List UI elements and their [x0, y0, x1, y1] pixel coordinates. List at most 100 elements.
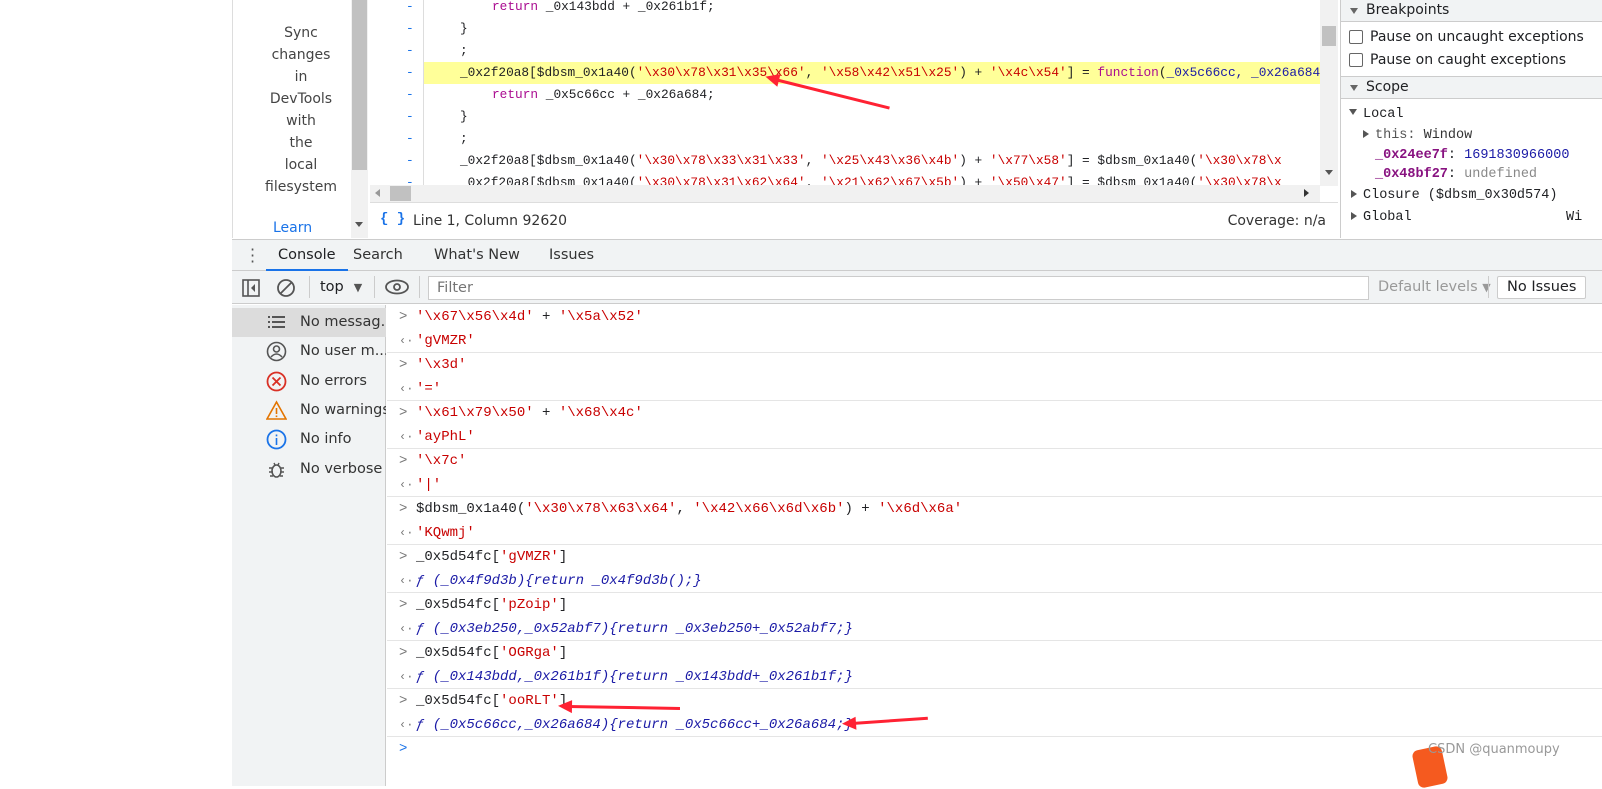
breakpoints-header[interactable]: Breakpoints — [1341, 0, 1602, 22]
code-token: '\x25\x43\x36\x4b' — [820, 153, 960, 168]
debugger-sidebar: Breakpoints Pause on uncaught exceptions… — [1340, 0, 1602, 238]
scope-this[interactable]: this: Window — [1363, 128, 1472, 143]
code-text: _0x2f20a8[$dbsm_0x1a40('\x30\x78\x33\x31… — [460, 150, 1282, 172]
result-arrow-icon: ‹· — [399, 670, 414, 684]
result-arrow-icon: ‹· — [399, 622, 414, 636]
prop-key: this — [1375, 128, 1408, 143]
console-filter-user[interactable]: No user m... — [232, 337, 386, 366]
tab-whats-new[interactable]: What's New — [434, 240, 520, 271]
watermark: CSDN @quanmoupy — [1428, 742, 1560, 757]
console-input: > '\x61\x79\x50' + '\x68\x4c' — [387, 401, 1602, 425]
files-scrollbar[interactable] — [351, 0, 368, 238]
code-token: 'gVMZR' — [416, 333, 475, 349]
console-input: > '\x7c' — [387, 449, 1602, 473]
filter-input[interactable] — [428, 276, 1369, 300]
scope-local[interactable]: Local — [1349, 107, 1404, 122]
sync-message-line: in — [294, 69, 308, 85]
levels-label: Default levels — [1378, 279, 1478, 295]
diff-marker: - — [406, 65, 414, 80]
tab-search[interactable]: Search — [353, 240, 403, 271]
scope-header[interactable]: Scope — [1341, 76, 1602, 99]
console-filter-bug[interactable]: No verbose — [232, 455, 386, 484]
sync-message-line: Sync — [284, 25, 318, 41]
pretty-print-icon[interactable]: { } — [380, 211, 405, 227]
console-output: ‹· ƒ (_0x5c66cc,_0x26a684){return _0x5c66… — [387, 713, 1602, 737]
clear-console-icon[interactable] — [276, 278, 296, 298]
code-token: 'KQwmj' — [416, 525, 475, 541]
scroll-left-icon[interactable] — [375, 189, 380, 197]
code-token: return — [492, 87, 546, 102]
result-arrow-icon: ‹· — [399, 334, 414, 348]
code-token: '\x42\x66\x6d\x6b' — [693, 501, 845, 517]
code-token: , — [805, 153, 821, 168]
code-token: '\x30\x78\x31\x35\x66' — [636, 65, 806, 80]
console-filter-error[interactable]: No errors — [232, 367, 386, 396]
prompt-icon: > — [399, 693, 408, 709]
code-editor[interactable]: - return _0x143bdd + _0x261b1f; -} -; - _0x2f… — [370, 0, 1338, 202]
sync-message-line: DevTools — [269, 91, 333, 107]
pause-caught-checkbox[interactable]: Pause on caught exceptions — [1349, 52, 1566, 68]
editor-vertical-scrollbar[interactable] — [1320, 0, 1338, 186]
scroll-down-icon[interactable] — [1325, 170, 1333, 175]
console-output: ‹· ƒ (_0x143bdd,_0x261b1f){return _0x143b… — [387, 665, 1602, 689]
sidebar-toggle-icon[interactable] — [242, 279, 260, 297]
code-token: '\x5a\x52' — [558, 309, 643, 325]
console-input: > _0x5d54fc['OGRga'] — [387, 641, 1602, 665]
console-filter-warning[interactable]: No warnings — [232, 396, 386, 425]
pause-uncaught-checkbox[interactable]: Pause on uncaught exceptions — [1349, 29, 1584, 45]
code-token: _0x5c66cc + _0x26a684; — [545, 87, 715, 102]
editor-horizontal-scrollbar[interactable] — [370, 185, 1320, 202]
console-text: $dbsm_0x1a40('\x30\x78\x63\x64', '\x42\x… — [416, 497, 962, 521]
code-text: } — [460, 18, 468, 40]
prop-value: Wi — [1566, 210, 1583, 225]
code-line: - _0x2f20a8[$dbsm_0x1a40('\x30\x78\x31\x3… — [406, 62, 1338, 84]
log-levels-dropdown[interactable]: Default levels ▼ — [1378, 279, 1491, 295]
console-filter-info[interactable]: No info — [232, 425, 386, 454]
code-text: _0x2f20a8[$dbsm_0x1a40('\x30\x78\x31\x35… — [460, 62, 1320, 84]
console-text: 'KQwmj' — [416, 521, 475, 545]
live-expression-eye-icon[interactable] — [384, 279, 410, 295]
console-output: ‹·'ayPhL' — [387, 425, 1602, 449]
checkbox-icon[interactable] — [1349, 53, 1363, 67]
scope-global[interactable]: Global Wi — [1351, 210, 1602, 225]
console-output[interactable]: > '\x67\x56\x4d' + '\x5a\x52' ‹·'gVMZR' > '\… — [387, 305, 1602, 786]
result-arrow-icon: ‹· — [399, 526, 414, 540]
code-token: ( — [1158, 65, 1167, 80]
prop-value: 1691830966000 — [1464, 148, 1570, 163]
code-token: '\x30\x78\x33\x31\x33' — [636, 153, 806, 168]
prompt-icon: > — [399, 645, 408, 661]
error-icon — [266, 371, 287, 392]
console-text: '\x61\x79\x50' + '\x68\x4c' — [416, 401, 643, 425]
scroll-down-icon[interactable] — [355, 222, 363, 227]
filter-label: No warnings — [300, 401, 386, 418]
console-filter-list[interactable]: No messag... — [232, 308, 386, 337]
code-token: ] — [558, 597, 568, 613]
scope-label: Global — [1363, 210, 1412, 225]
code-token: 'pZoip' — [500, 597, 559, 613]
code-token: function — [1097, 65, 1159, 80]
code-token: ; — [460, 43, 468, 58]
scope-var: _0x48bf27: undefined — [1375, 167, 1538, 182]
warning-icon — [265, 400, 288, 421]
prompt-icon: > — [399, 597, 408, 613]
code-token: + — [533, 405, 559, 421]
checkbox-icon[interactable] — [1349, 30, 1363, 44]
scope-closure[interactable]: Closure ($dbsm_0x30d574) — [1351, 188, 1557, 203]
tab-console[interactable]: Console — [266, 240, 348, 271]
tab-issues[interactable]: Issues — [549, 240, 594, 271]
code-token: return — [492, 0, 546, 14]
issues-button[interactable]: No Issues — [1497, 276, 1587, 299]
more-menu-icon[interactable]: · · · — [250, 242, 255, 270]
context-selector[interactable]: top ▼ — [320, 279, 362, 295]
console-text: '|' — [416, 473, 441, 497]
learn-link[interactable]: Learn — [273, 220, 312, 236]
code-line: -; — [370, 128, 1320, 150]
console-input: > $dbsm_0x1a40('\x30\x78\x63\x64', '\x42\… — [387, 497, 1602, 521]
code-token: '\x68\x4c' — [558, 405, 643, 421]
sync-message-line: the — [289, 135, 313, 151]
console-text: ƒ (_0x4f9d3b){return _0x4f9d3b();} — [416, 569, 702, 593]
code-token: ] — [558, 549, 568, 565]
code-token: '|' — [416, 477, 442, 493]
scroll-right-icon[interactable] — [1304, 189, 1309, 197]
code-token: ƒ (_0x143bdd,_0x261b1f){return _0x143bdd… — [416, 669, 853, 685]
